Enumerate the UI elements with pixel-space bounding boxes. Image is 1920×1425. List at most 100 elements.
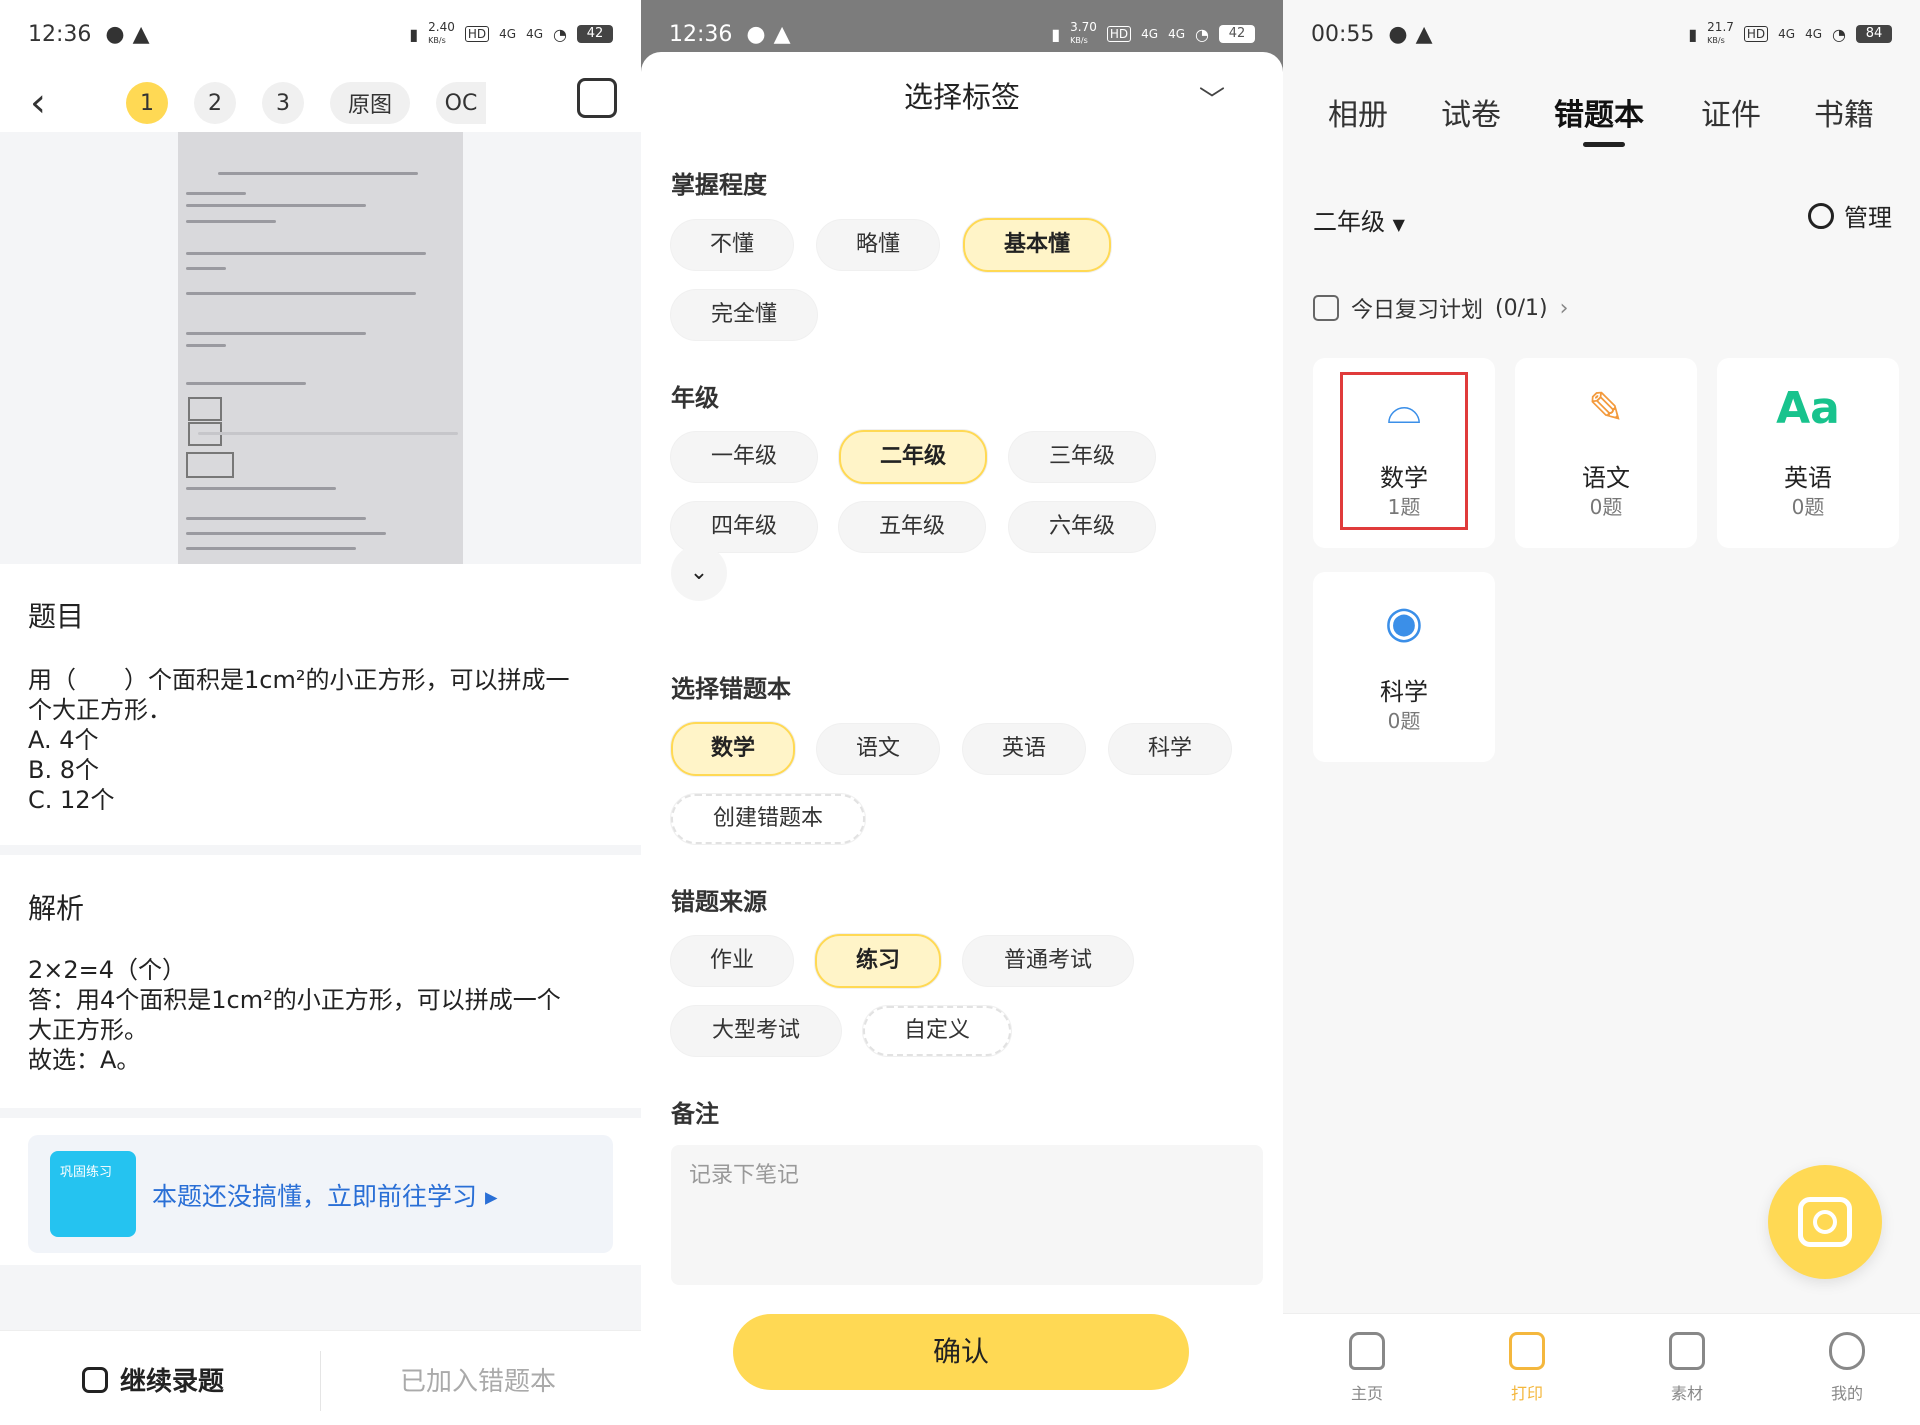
printer-icon[interactable]: [577, 78, 617, 118]
nav-profile[interactable]: 我的: [1807, 1332, 1887, 1404]
notes-input[interactable]: [671, 1145, 1263, 1205]
practice-promo-banner[interactable]: 巩固练习 本题还没搞懂，立即前往学习 ▸: [28, 1135, 613, 1253]
question-body: 用（ ）个面积是1cm²的小正方形，可以拼成一 个大正方形． A. 4个 B. …: [28, 665, 611, 815]
battery-level: 42: [1219, 25, 1255, 43]
analysis-line: 故选：A。: [28, 1046, 141, 1074]
analysis-section: 解析 2×2=4（个） 答：用4个面积是1cm²的小正方形，可以拼成一个 大正方…: [0, 855, 641, 1108]
signal-4g-1: 4G: [1141, 27, 1159, 41]
tab-album[interactable]: 相册: [1328, 90, 1388, 134]
user-icon: [1829, 1332, 1865, 1370]
option-a: A. 4个: [28, 726, 99, 754]
battery-level: 42: [577, 25, 613, 43]
letters-aa-icon: Aa: [1776, 383, 1840, 434]
book-chip[interactable]: 英语: [963, 724, 1085, 774]
divider: [0, 1265, 641, 1330]
create-book-chip[interactable]: 创建错题本: [671, 794, 865, 844]
grade-chip[interactable]: 六年级: [1009, 502, 1155, 552]
subject-count: 0题: [1589, 495, 1623, 519]
wechat-icon: ●: [746, 21, 766, 47]
divider: [0, 845, 641, 855]
hd-badge: HD: [1743, 26, 1769, 42]
status-time: 12:36: [669, 21, 733, 47]
signal-4g-1: 4G: [1778, 27, 1796, 41]
question-line: 用（ ）个面积是1cm²的小正方形，可以拼成一: [28, 666, 570, 694]
analysis-heading: 解析: [28, 892, 85, 925]
nav-materials[interactable]: 素材: [1647, 1332, 1727, 1404]
question-detail-screen: 12:36 ● ▲ ▮ 2.40 KB/s HD 4G 4G ◔ 42 ‹ 1 2…: [0, 0, 641, 1425]
page-tab-2[interactable]: 2: [194, 82, 236, 124]
hd-badge: HD: [1106, 26, 1132, 42]
source-chip[interactable]: 大型考试: [671, 1006, 841, 1056]
subject-card-science[interactable]: ◉ 科学 0题: [1313, 572, 1495, 762]
manage-button[interactable]: 管理: [1808, 198, 1892, 233]
source-chip[interactable]: 普通考试: [963, 936, 1133, 986]
vibrate-icon: ▮: [1051, 24, 1061, 44]
original-image-tab[interactable]: 原图: [330, 82, 410, 124]
source-chip-selected[interactable]: 练习: [815, 934, 941, 988]
mastery-chip[interactable]: 不懂: [671, 220, 793, 270]
collapse-chevron-icon[interactable]: ﹀: [1199, 80, 1225, 117]
grade-chip-selected[interactable]: 二年级: [839, 430, 987, 484]
analysis-body: 2×2=4（个） 答：用4个面积是1cm²的小正方形，可以拼成一个 大正方形。 …: [28, 955, 611, 1075]
confirm-button[interactable]: 确认: [733, 1314, 1189, 1390]
grade-dropdown[interactable]: 二年级 ▼: [1313, 202, 1405, 237]
bottom-action-bar: 继续录题 已加入错题本: [0, 1330, 641, 1425]
tab-documents[interactable]: 证件: [1701, 90, 1761, 134]
source-chip[interactable]: 作业: [671, 936, 793, 986]
status-bar: 00:55 ● ▲ ▮ 21.7 KB/s HD 4G 4G ◔ 84: [1283, 0, 1920, 68]
scanned-page-image[interactable]: [178, 132, 463, 564]
grade-chip[interactable]: 五年级: [839, 502, 985, 552]
ocr-tab[interactable]: OC: [436, 82, 486, 124]
subject-name: 科学: [1380, 678, 1428, 706]
question-heading: 题目: [28, 600, 85, 633]
grade-chip[interactable]: 三年级: [1009, 432, 1155, 482]
custom-source-chip[interactable]: 自定义: [863, 1006, 1011, 1056]
book-chip[interactable]: 科学: [1109, 724, 1231, 774]
tab-books[interactable]: 书籍: [1814, 90, 1874, 134]
subject-count: 0题: [1791, 495, 1825, 519]
mastery-chip[interactable]: 略懂: [817, 220, 939, 270]
net-speed: 21.7 KB/s: [1707, 20, 1734, 45]
back-arrow-icon[interactable]: ‹: [30, 80, 46, 126]
hd-badge: HD: [464, 26, 490, 42]
status-bar: 12:36 ● ▲ ▮ 2.40 KB/s HD 4G 4G ◔ 42: [0, 0, 641, 68]
page-tab-3[interactable]: 3: [262, 82, 304, 124]
mastery-chip-selected[interactable]: 基本懂: [963, 218, 1111, 272]
review-plan-link[interactable]: 今日复习计划 (0/1) ›: [1313, 292, 1568, 324]
notes-box: [671, 1145, 1263, 1285]
status-time: 00:55: [1311, 21, 1375, 47]
tab-mistake-book[interactable]: 错题本: [1554, 90, 1644, 134]
nav-home[interactable]: 主页: [1327, 1332, 1407, 1404]
subject-card-chinese[interactable]: ✎ 语文 0题: [1515, 358, 1697, 548]
subject-card-english[interactable]: Aa 英语 0题: [1717, 358, 1899, 548]
continue-entry-button[interactable]: 继续录题: [82, 1361, 224, 1398]
mastery-chip[interactable]: 完全懂: [671, 290, 817, 340]
notification-icon: ▲: [1415, 21, 1433, 47]
nav-print[interactable]: 打印: [1487, 1332, 1567, 1404]
grade-chip[interactable]: 一年级: [671, 432, 817, 482]
sheet-title: 选择标签: [903, 80, 1020, 114]
expand-grades-chevron-icon[interactable]: ⌄: [671, 545, 727, 601]
vibrate-icon: ▮: [409, 24, 419, 44]
option-b: B. 8个: [28, 756, 99, 784]
divider: [0, 1108, 641, 1118]
signal-4g-2: 4G: [526, 27, 544, 41]
option-c: C. 12个: [28, 786, 115, 814]
analysis-line: 答：用4个面积是1cm²的小正方形，可以拼成一个: [28, 986, 561, 1014]
tag-sheet: 选择标签 ﹀ 掌握程度 不懂 略懂 基本懂 完全懂 年级 一年级 二年级 三年级…: [641, 52, 1283, 1425]
analysis-line: 2×2=4（个）: [28, 956, 187, 984]
subject-count: 0题: [1387, 709, 1421, 733]
book-chip-selected[interactable]: 数学: [671, 722, 795, 776]
page-tab-1[interactable]: 1: [126, 82, 168, 124]
bottom-nav: 主页 打印 素材 我的: [1283, 1313, 1920, 1425]
notification-icon: ▲: [132, 21, 150, 47]
pencil-icon: ✎: [1587, 383, 1625, 434]
promo-text: 本题还没搞懂，立即前往学习 ▸: [152, 1182, 498, 1211]
camera-fab-button[interactable]: [1768, 1165, 1882, 1279]
book-chip[interactable]: 语文: [817, 724, 939, 774]
tab-exam-paper[interactable]: 试卷: [1441, 90, 1501, 134]
calendar-check-icon: [1313, 295, 1339, 321]
question-section: 题目 用（ ）个面积是1cm²的小正方形，可以拼成一 个大正方形． A. 4个 …: [0, 565, 641, 845]
status-time: 12:36: [28, 21, 92, 47]
wechat-icon: ●: [1388, 21, 1408, 47]
